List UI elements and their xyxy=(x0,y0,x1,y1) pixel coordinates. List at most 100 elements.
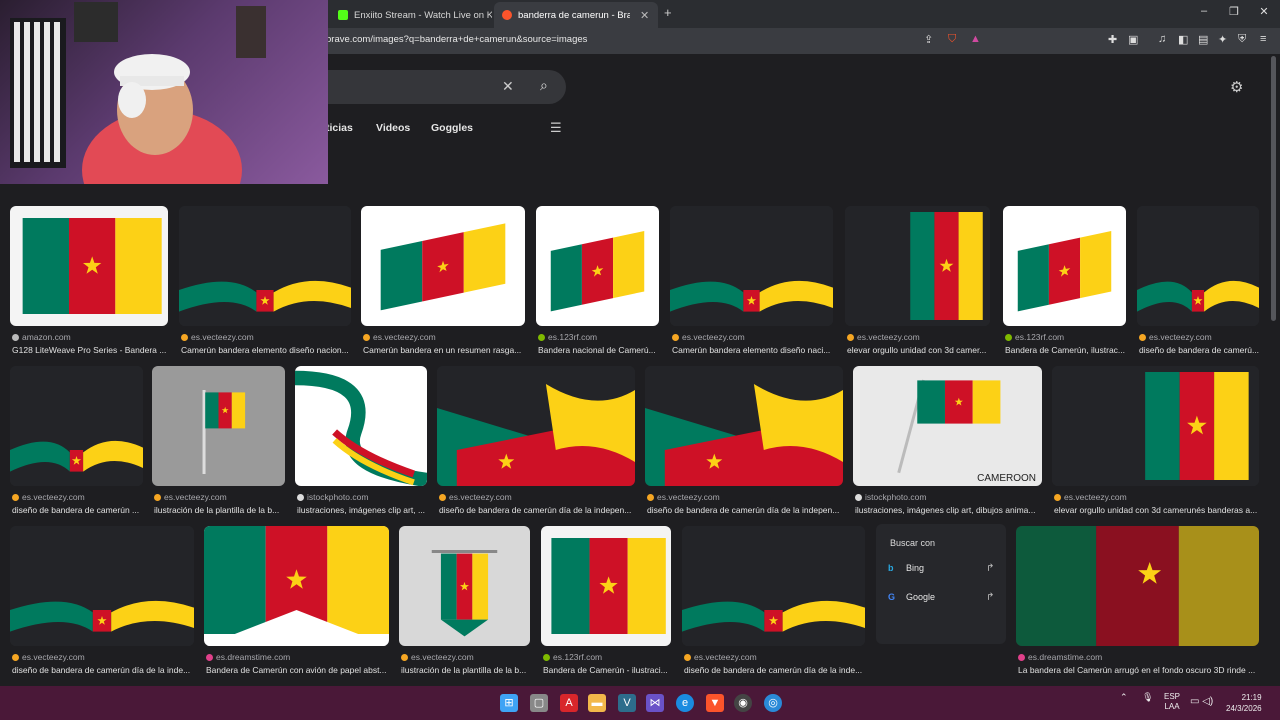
image-result-card[interactable]: es.vecteezy.com Camerún bandera elemento … xyxy=(670,206,833,362)
result-caption[interactable]: diseño de bandera de camerún día de la i… xyxy=(647,505,851,515)
search-input[interactable]: ✕ ⌕ xyxy=(290,70,566,104)
image-thumbnail[interactable] xyxy=(845,206,990,326)
result-caption[interactable]: Camerún bandera en un resumen rasga... xyxy=(363,345,533,355)
wallet-icon[interactable]: ▤ xyxy=(1198,33,1208,46)
brave-shields-icon[interactable]: ⛉ xyxy=(948,33,956,46)
edge-icon[interactable]: e xyxy=(676,694,694,712)
result-source[interactable]: es.vecteezy.com xyxy=(12,492,85,502)
obs-icon[interactable]: ◉ xyxy=(734,694,752,712)
result-caption[interactable]: Camerún bandera elemento diseño naci... xyxy=(672,345,841,355)
image-thumbnail[interactable] xyxy=(1016,526,1259,646)
image-thumbnail[interactable]: CAMEROON xyxy=(853,366,1042,486)
result-caption[interactable]: ilustraciones, imágenes clip art, ... xyxy=(297,505,435,515)
leo-icon[interactable]: ✦ xyxy=(1218,33,1227,46)
result-source[interactable]: es.vecteezy.com xyxy=(181,332,254,342)
search-icon[interactable]: ⌕ xyxy=(540,77,548,94)
image-result-card[interactable]: CAMEROON istockphoto.com ilustraciones, im… xyxy=(853,366,1042,522)
sidebar-icon[interactable]: ◧ xyxy=(1178,33,1188,46)
minimize-button[interactable]: – xyxy=(1194,5,1214,17)
image-thumbnail[interactable] xyxy=(10,206,168,326)
image-result-card[interactable]: es.123rf.com Bandera de Camerún - ilustra… xyxy=(541,526,671,682)
image-result-card[interactable]: es.dreamstime.com Bandera de Camerún con … xyxy=(204,526,389,682)
result-source[interactable]: es.123rf.com xyxy=(1005,332,1064,342)
result-source[interactable]: es.vecteezy.com xyxy=(154,492,227,502)
image-result-card[interactable]: es.vecteezy.com ilustración de la plantil… xyxy=(399,526,530,682)
result-source[interactable]: es.vecteezy.com xyxy=(12,652,85,662)
image-thumbnail[interactable] xyxy=(10,366,143,486)
image-thumbnail[interactable] xyxy=(361,206,525,326)
close-tab-icon[interactable]: ✕ xyxy=(640,9,649,22)
image-thumbnail[interactable] xyxy=(536,206,659,326)
result-source[interactable]: es.vecteezy.com xyxy=(1139,332,1212,342)
result-caption[interactable]: ilustración de la plantilla de la b... xyxy=(154,505,293,515)
result-caption[interactable]: Bandera de Camerún, ilustrac... xyxy=(1005,345,1134,355)
image-result-card[interactable]: es.vecteezy.com diseño de bandera de came… xyxy=(1137,206,1259,362)
result-caption[interactable]: diseño de bandera de camerún día de la i… xyxy=(684,665,873,675)
tab-kick[interactable]: Enxiito Stream - Watch Live on Kick xyxy=(330,2,492,28)
image-result-card[interactable]: es.123rf.com Bandera de Camerún, ilustrac… xyxy=(1003,206,1126,362)
image-thumbnail[interactable] xyxy=(295,366,427,486)
extensions-icon[interactable]: ✚ xyxy=(1108,33,1117,46)
result-caption[interactable]: diseño de bandera de camerún ... xyxy=(12,505,151,515)
browser-icon[interactable]: ◎ xyxy=(764,694,782,712)
result-source[interactable]: es.123rf.com xyxy=(538,332,597,342)
result-source[interactable]: amazon.com xyxy=(12,332,71,342)
result-caption[interactable]: G128 LiteWeave Pro Series - Bandera ... xyxy=(12,345,176,355)
image-thumbnail[interactable] xyxy=(645,366,843,486)
image-thumbnail[interactable] xyxy=(10,526,194,646)
visual-studio-icon[interactable]: ⋈ xyxy=(646,694,664,712)
result-source[interactable]: istockphoto.com xyxy=(855,492,926,502)
image-thumbnail[interactable] xyxy=(179,206,351,326)
menu-icon[interactable]: ≡ xyxy=(1260,33,1266,45)
tab-videos[interactable]: Videos xyxy=(376,122,410,134)
image-thumbnail[interactable] xyxy=(1052,366,1259,486)
result-caption[interactable]: Bandera de Camerún - ilustraci... xyxy=(543,665,679,675)
search-with-bing[interactable]: b Bing ↱ xyxy=(888,563,994,574)
result-source[interactable]: es.vecteezy.com xyxy=(672,332,745,342)
image-result-card[interactable]: es.vecteezy.com elevar orgullo unidad con… xyxy=(1052,366,1259,522)
result-source[interactable]: es.vecteezy.com xyxy=(847,332,920,342)
image-result-card[interactable]: es.vecteezy.com diseño de bandera de came… xyxy=(10,526,194,682)
settings-gear-icon[interactable]: ⚙ xyxy=(1230,78,1243,96)
start-windows-icon[interactable]: ⊞ xyxy=(500,694,518,712)
image-result-card[interactable]: es.vecteezy.com Camerún bandera en un res… xyxy=(361,206,525,362)
result-source[interactable]: es.123rf.com xyxy=(543,652,602,662)
image-thumbnail[interactable] xyxy=(152,366,285,486)
result-source[interactable]: istockphoto.com xyxy=(297,492,368,502)
result-caption[interactable]: La bandera del Camerún arrugó en el fond… xyxy=(1018,665,1261,675)
url-field[interactable]: brave.com/images?q=banderra+de+camerun&s… xyxy=(326,34,587,45)
image-thumbnail[interactable] xyxy=(204,526,389,646)
result-source[interactable]: es.vecteezy.com xyxy=(1054,492,1127,502)
filters-icon[interactable]: ☰ xyxy=(550,120,562,136)
result-source[interactable]: es.vecteezy.com xyxy=(363,332,436,342)
search-with-google[interactable]: G Google ↱ xyxy=(888,592,994,603)
image-thumbnail[interactable] xyxy=(1137,206,1259,326)
image-result-card[interactable]: es.vecteezy.com diseño de bandera de came… xyxy=(10,366,143,522)
external-link-icon[interactable]: ↱ xyxy=(986,563,994,574)
share-icon[interactable]: ⇪ xyxy=(924,33,933,46)
result-caption[interactable]: Bandera nacional de Camerú... xyxy=(538,345,667,355)
acrobat-icon[interactable]: A xyxy=(560,694,578,712)
music-icon[interactable]: ♫ xyxy=(1158,33,1166,45)
result-caption[interactable]: diseño de bandera de camerún día de la i… xyxy=(12,665,202,675)
page-scrollbar[interactable] xyxy=(1271,56,1276,321)
result-caption[interactable]: elevar orgullo unidad con 3d camerunés b… xyxy=(1054,505,1267,515)
external-link-icon[interactable]: ↱ xyxy=(986,592,994,603)
image-result-card[interactable]: istockphoto.com ilustraciones, imágenes c… xyxy=(295,366,427,522)
image-result-card[interactable]: es.vecteezy.com Camerún bandera elemento … xyxy=(179,206,351,362)
result-source[interactable]: es.vecteezy.com xyxy=(684,652,757,662)
result-source[interactable]: es.vecteezy.com xyxy=(401,652,474,662)
result-source[interactable]: es.vecteezy.com xyxy=(647,492,720,502)
network-volume-icons[interactable]: ▭ ◁) xyxy=(1190,696,1213,707)
result-source[interactable]: es.vecteezy.com xyxy=(439,492,512,502)
result-caption[interactable]: Bandera de Camerún con avión de papel ab… xyxy=(206,665,397,675)
image-result-card[interactable]: es.vecteezy.com diseño de bandera de came… xyxy=(645,366,843,522)
new-tab-button[interactable]: + xyxy=(664,5,672,20)
tray-overflow-icon[interactable]: ⌃ xyxy=(1120,692,1128,702)
brave-rewards-icon[interactable]: ▲ xyxy=(970,33,981,45)
task-view-icon[interactable]: ▢ xyxy=(530,694,548,712)
image-thumbnail[interactable] xyxy=(682,526,865,646)
result-caption[interactable]: diseño de bandera de camerú... xyxy=(1139,345,1267,355)
image-thumbnail[interactable] xyxy=(670,206,833,326)
tab-news[interactable]: ticias xyxy=(326,122,353,134)
